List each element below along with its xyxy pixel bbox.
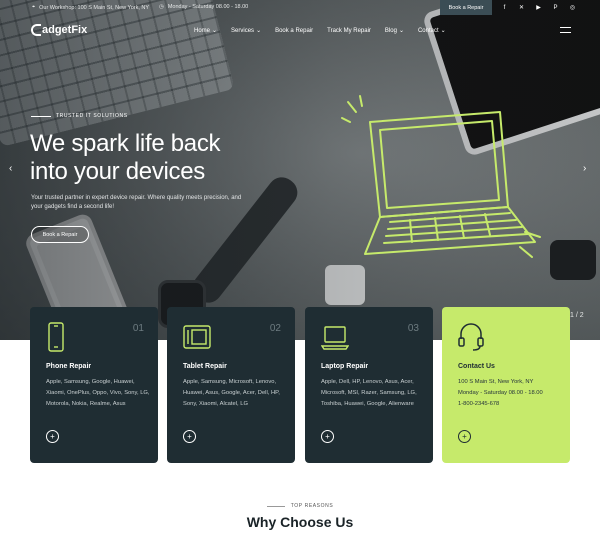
card-description: Apple, Samsung, Google, Huawei, Xiaomi, … [46,379,150,407]
slider-next-icon[interactable]: › [583,163,586,174]
workshop-address: ⌖ Our Workshop: 100 S Main St, New York,… [32,4,149,11]
section-eyebrow: TOP REASONS [0,503,600,509]
nav-contact[interactable]: Contact ⌄ [418,27,446,35]
service-card-phone[interactable]: 01 Phone Repair Apple, Samsung, Google, … [30,307,158,463]
laptop-icon [321,326,349,350]
chevron-down-icon: ⌄ [212,28,218,34]
main-nav: Home ⌄ Services ⌄ Book a Repair Track My R… [194,27,460,35]
hero-eyebrow: TRUSTED IT SOLUTIONS [31,113,128,119]
divider [31,115,51,117]
menu-icon[interactable] [560,27,571,33]
contact-address: 100 S Main St, New York, NY [458,379,534,385]
contact-card[interactable]: Contact Us 100 S Main St, New York, NY M… [442,307,570,463]
service-card-laptop[interactable]: 03 Laptop Repair Apple, Dell, HP, Lenovo… [305,307,433,463]
logo[interactable]: adgetFix [31,24,87,36]
hero-book-button[interactable]: Book a Repair [31,226,89,243]
slider-prev-icon[interactable]: ‹ [9,163,12,174]
hero-headline: We spark life back into your devices [30,130,221,185]
youtube-icon[interactable]: ▶ [534,3,543,12]
topbar-book-button[interactable]: Book a Repair [440,0,492,15]
card-title: Tablet Repair [183,363,227,370]
hours-text: Monday - Saturday 08.00 - 18.00 [167,4,249,10]
nav-track-repair[interactable]: Track My Repair [327,27,371,34]
logo-text: adgetFix [42,24,88,36]
phone-icon [48,322,64,352]
nav-services[interactable]: Services ⌄ [231,27,262,35]
plus-icon[interactable]: + [321,430,334,443]
tablet-icon [183,325,211,349]
nav-book-repair[interactable]: Book a Repair [275,27,313,34]
laptop-illustration [341,95,541,258]
service-card-tablet[interactable]: 02 Tablet Repair Apple, Samsung, Microso… [167,307,295,463]
clock-icon: ◷ [159,4,164,10]
plus-icon[interactable]: + [183,430,196,443]
card-title: Phone Repair [46,363,92,370]
card-title: Contact Us [458,363,495,370]
logo-mark-icon [31,24,41,36]
plus-icon[interactable]: + [458,430,471,443]
nav-blog[interactable]: Blog ⌄ [385,27,404,35]
x-icon[interactable]: ✕ [517,3,526,12]
slider-pager: 1 / 2 [570,312,584,319]
social-links: f ✕ ▶ P ◎ [500,3,577,12]
address-text: Our Workshop: 100 S Main St, New York, N… [39,4,150,11]
divider [266,505,285,507]
chevron-down-icon: ⌄ [398,28,404,34]
card-number: 02 [269,323,281,334]
pinterest-icon[interactable]: P [551,3,560,12]
contact-phone[interactable]: 1-800-2345-678 [458,399,562,410]
chevron-down-icon: ⌄ [256,28,262,34]
card-number: 01 [132,323,144,334]
card-description: Apple, Samsung, Microsoft, Lenovo, Huawe… [183,379,280,407]
section-title: Why Choose Us [246,514,354,530]
contact-hours: Monday - Saturday 08.00 - 18.00 [458,390,543,396]
hero-section: ⌖ Our Workshop: 100 S Main St, New York,… [0,0,600,340]
instagram-icon[interactable]: ◎ [568,3,577,12]
map-pin-icon: ⌖ [32,4,36,10]
hero-subtext: Your trusted partner in expert device re… [31,195,242,210]
card-description: Apple, Dell, HP, Lenovo, Asus, Acer, Mic… [321,379,417,407]
chevron-down-icon: ⌄ [440,28,446,34]
contact-details: 100 S Main St, New York, NY Monday - Sat… [458,377,562,410]
card-title: Laptop Repair [321,363,369,370]
nav-home[interactable]: Home ⌄ [194,27,218,35]
facebook-icon[interactable]: f [500,3,509,12]
headset-icon [458,323,484,351]
card-number: 03 [407,323,419,334]
plus-icon[interactable]: + [46,430,59,443]
opening-hours: ◷ Monday - Saturday 08.00 - 18.00 [159,4,248,10]
